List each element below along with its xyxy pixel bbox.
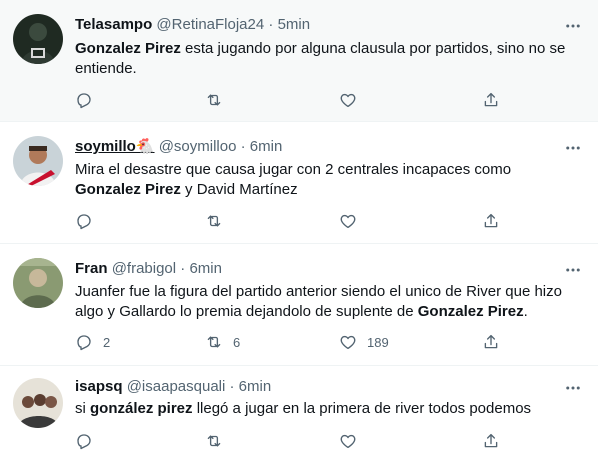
avatar[interactable] [13, 258, 63, 308]
more-horizontal-icon[interactable] [564, 379, 582, 397]
retweet-icon [207, 336, 221, 348]
tweet-text-part: . [523, 303, 528, 320]
share-button[interactable] [482, 332, 500, 352]
timestamp[interactable]: 6min [239, 378, 272, 395]
like-button[interactable] [339, 90, 367, 110]
highlighted-term: Gonzalez Pirez [75, 181, 181, 198]
avatar[interactable] [13, 14, 63, 64]
share-icon [484, 433, 498, 448]
highlighted-term: Gonzalez Pirez [75, 40, 181, 57]
tweet-actions: 2 6 189 [75, 332, 505, 352]
retweet-button[interactable] [205, 211, 233, 231]
heart-icon [340, 335, 356, 350]
highlighted-term: gonzález pirez [90, 400, 193, 417]
retweet-icon [207, 94, 221, 106]
retweet-button[interactable] [205, 90, 233, 110]
timestamp[interactable]: 6min [189, 260, 222, 277]
heart-icon [340, 434, 356, 449]
tweet-header: isapsq @isaapasquali · 6min [75, 377, 558, 397]
separator-dot: · [229, 378, 235, 395]
highlighted-term: Gonzalez Pirez [417, 303, 524, 320]
share-icon [484, 334, 498, 349]
tweet[interactable]: Fran @frabigol · 6min Juanfer fue la fig… [0, 244, 598, 366]
user-handle[interactable]: @isaapasquali [127, 378, 226, 395]
like-count: 189 [367, 334, 389, 350]
reply-button[interactable] [75, 90, 103, 110]
tweet-header: Fran @frabigol · 6min [75, 259, 558, 279]
more-horizontal-icon[interactable] [564, 17, 582, 35]
heart-icon [340, 214, 356, 229]
display-name[interactable]: Telasampo [75, 16, 152, 33]
tweet-actions [75, 431, 505, 451]
reply-icon [77, 214, 91, 230]
reply-icon [77, 335, 91, 351]
separator-dot: · [268, 16, 274, 33]
tweet-text: Mira el desastre que causa jugar con 2 c… [75, 160, 580, 200]
share-button[interactable] [482, 431, 500, 451]
reply-button[interactable] [75, 431, 103, 451]
share-button[interactable] [482, 90, 500, 110]
avatar-image [13, 378, 63, 428]
display-name[interactable]: isapsq [75, 378, 123, 395]
avatar-image [13, 14, 63, 64]
like-button[interactable] [339, 431, 367, 451]
retweet-icon [207, 215, 221, 227]
tweet-text: Juanfer fue la figura del partido anteri… [75, 282, 580, 322]
like-button[interactable] [339, 211, 367, 231]
tweet-header: Telasampo @RetinaFloja24 · 5min [75, 15, 558, 35]
separator-dot: · [180, 260, 186, 277]
user-handle[interactable]: @soymilloo [159, 138, 237, 155]
share-button[interactable] [482, 211, 500, 231]
separator-dot: · [240, 138, 246, 155]
avatar-image [13, 258, 63, 308]
share-icon [484, 213, 498, 228]
tweet-text: si gonzález pirez llegó a jugar en la pr… [75, 399, 580, 419]
retweet-button[interactable] [205, 431, 233, 451]
timestamp[interactable]: 6min [250, 138, 283, 155]
timestamp[interactable]: 5min [278, 16, 311, 33]
reply-count: 2 [103, 334, 111, 350]
reply-button[interactable]: 2 [75, 332, 110, 352]
retweet-button[interactable]: 6 [205, 332, 240, 352]
like-button[interactable]: 189 [339, 332, 389, 352]
tweet[interactable]: isapsq @isaapasquali · 6min si gonzález … [0, 366, 598, 462]
more-horizontal-icon[interactable] [564, 261, 582, 279]
tweet-actions [75, 211, 505, 231]
reply-button[interactable] [75, 211, 103, 231]
tweet-header: soymillo🐔 @soymilloo · 6min [75, 137, 558, 157]
tweet-text-part: y David Martínez [180, 181, 298, 198]
reply-icon [77, 434, 91, 450]
tweet[interactable]: Telasampo @RetinaFloja24 · 5min Gonzalez… [0, 0, 598, 122]
tweet-text-part: Mira el desastre que causa jugar con 2 c… [75, 161, 512, 178]
display-name[interactable]: soymillo🐔 [75, 138, 155, 155]
tweet-text-part: llegó a jugar en la primera de river tod… [192, 400, 532, 417]
tweet-actions [75, 90, 505, 110]
more-horizontal-icon[interactable] [564, 139, 582, 157]
tweet-text-part: si [75, 400, 90, 417]
heart-icon [340, 93, 356, 108]
user-handle[interactable]: @frabigol [112, 260, 176, 277]
avatar[interactable] [13, 378, 63, 428]
reply-icon [77, 93, 91, 109]
avatar-image [13, 136, 63, 186]
user-handle[interactable]: @RetinaFloja24 [156, 16, 264, 33]
display-name[interactable]: Fran [75, 260, 108, 277]
avatar[interactable] [13, 136, 63, 186]
retweet-icon [207, 435, 221, 447]
retweet-count: 6 [233, 334, 241, 350]
tweet[interactable]: soymillo🐔 @soymilloo · 6min Mira el desa… [0, 122, 598, 244]
tweet-feed: Telasampo @RetinaFloja24 · 5min Gonzalez… [0, 0, 598, 462]
share-icon [484, 92, 498, 107]
tweet-text: Gonzalez Pirez esta jugando por alguna c… [75, 39, 580, 79]
